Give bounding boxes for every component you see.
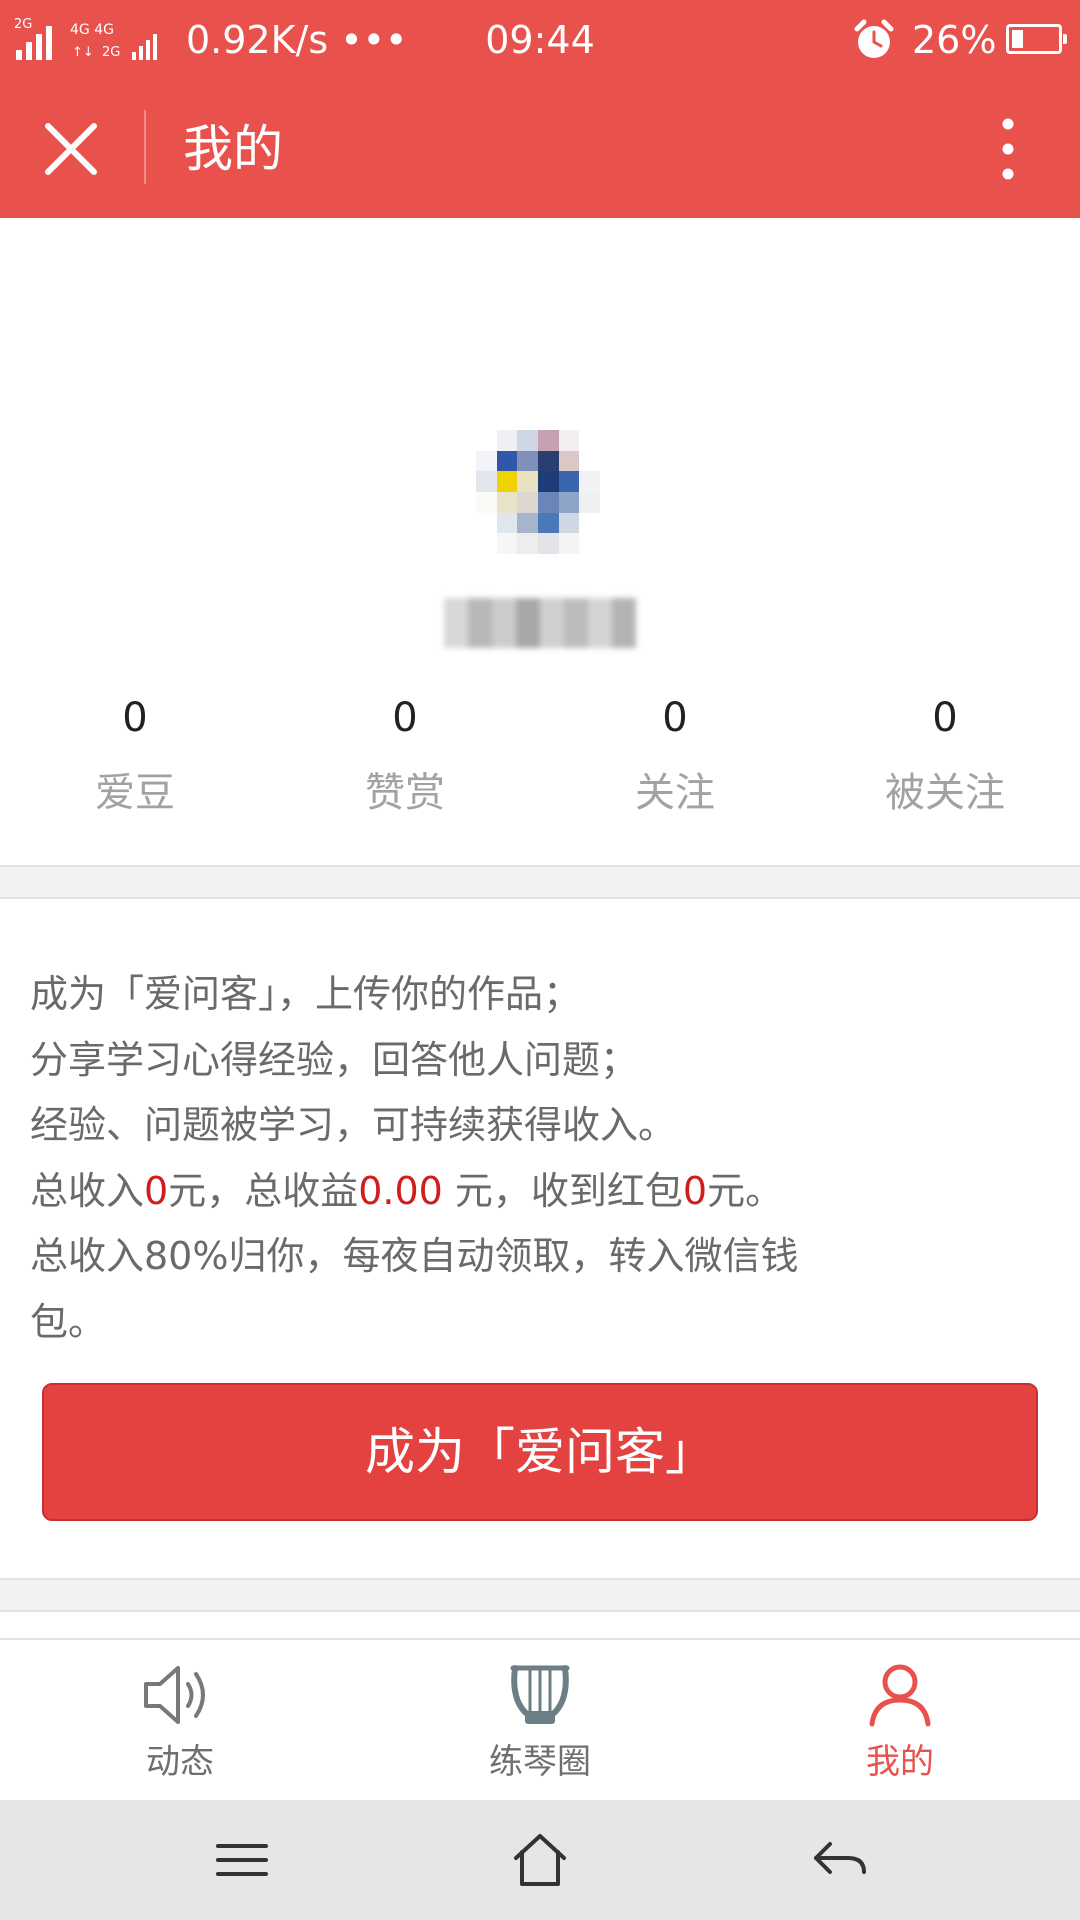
red-packet-value: 0: [682, 1168, 708, 1213]
speaker-icon: [144, 1666, 205, 1724]
stat-value: 0: [932, 695, 958, 741]
stat-label: 爱豆: [95, 770, 175, 816]
stat-label: 赞赏: [365, 770, 445, 816]
stat-value: 0: [122, 695, 148, 741]
back-button[interactable]: [808, 1828, 872, 1892]
promo-line: 经验、问题被学习，可持续获得收入。: [30, 1103, 677, 1147]
stat-value: 0: [662, 695, 688, 741]
income-text: 总收入: [30, 1168, 145, 1213]
promo-line: 包。: [30, 1299, 107, 1344]
stat-label: 被关注: [885, 770, 1005, 816]
tab-label: 我的: [866, 1742, 934, 1782]
nickname-blurred: [444, 598, 636, 648]
home-icon: [514, 1834, 566, 1886]
stat-following[interactable]: 0 关注: [540, 690, 810, 820]
header-divider: [144, 110, 146, 184]
tab-lianqinquan[interactable]: 练琴圈: [440, 1640, 640, 1800]
bottom-tab-bar: 动态 练琴圈 我的: [0, 1638, 1080, 1800]
menu-button[interactable]: [210, 1828, 274, 1892]
battery-level-fill: [1012, 30, 1023, 48]
battery-icon: [1006, 24, 1067, 54]
total-earnings-value: 0.00: [358, 1168, 443, 1213]
stat-value: 0: [392, 695, 418, 741]
section-separator: [0, 1578, 1080, 1612]
promo-description: 成为「爱问客」，上传你的作品； 分享学习心得经验，回答他人问题； 经验、问题被学…: [30, 962, 1050, 1355]
stat-label: 关注: [635, 770, 715, 816]
menu-icon: [216, 1844, 268, 1876]
system-nav-bar: [0, 1800, 1080, 1920]
income-text: 元，收到红包: [442, 1168, 683, 1213]
tab-label: 动态: [146, 1742, 214, 1782]
stat-aidou[interactable]: 0 爱豆: [0, 690, 270, 820]
tab-label: 练琴圈: [489, 1742, 591, 1782]
income-text: 元。: [707, 1168, 784, 1213]
home-button[interactable]: [508, 1828, 572, 1892]
profile-stats: 0 爱豆 0 赞赏 0 关注 0 被关注: [0, 690, 1080, 830]
back-icon: [814, 1842, 866, 1874]
close-button[interactable]: [40, 118, 102, 180]
more-vertical-icon: [1002, 118, 1014, 180]
income-text: 元，总收益: [168, 1168, 359, 1213]
stat-zanshang[interactable]: 0 赞赏: [270, 690, 540, 820]
avatar[interactable]: [476, 430, 600, 554]
person-icon: [869, 1664, 931, 1727]
battery-percent: 26%: [912, 18, 997, 62]
promo-line: 成为「爱问客」，上传你的作品；: [30, 972, 582, 1016]
status-bar: 2G 4G 4G ↑↓ 2G 0.92K/s ••• 09:44 26%: [0, 0, 1080, 80]
lyre-icon: [510, 1665, 570, 1724]
stat-followers[interactable]: 0 被关注: [810, 690, 1080, 820]
income-summary: 总收入0元，总收益0.00 元，收到红包0元。: [30, 1159, 1050, 1225]
app-header: 我的: [0, 80, 1080, 218]
page-title: 我的: [183, 120, 283, 178]
more-menu-button[interactable]: [990, 116, 1026, 182]
become-aiwenke-button[interactable]: 成为「爱问客」: [42, 1383, 1038, 1521]
close-icon: [45, 123, 97, 175]
tab-wode[interactable]: 我的: [800, 1640, 1000, 1800]
section-separator: [0, 865, 1080, 899]
promo-line: 分享学习心得经验，回答他人问题；: [30, 1037, 639, 1082]
promo-line: 总收入80%归你，每夜自动领取，转入微信钱: [30, 1234, 799, 1278]
alarm-icon: [852, 18, 896, 66]
total-income-value: 0: [144, 1168, 169, 1213]
tab-dongtai[interactable]: 动态: [80, 1640, 280, 1800]
